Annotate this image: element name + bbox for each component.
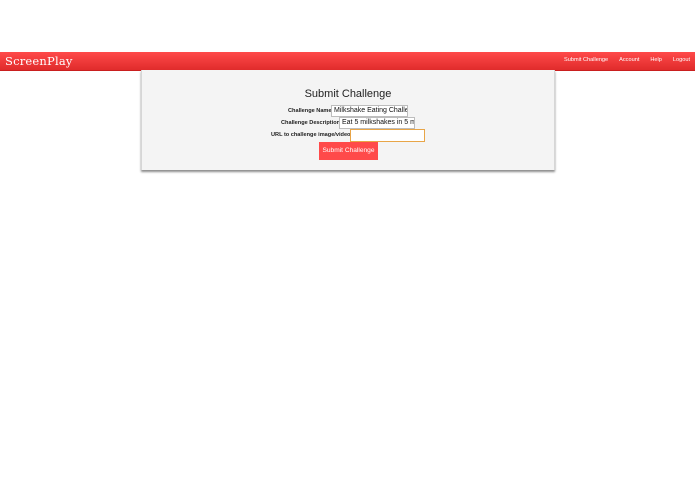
challenge-name-label: Challenge Name <box>288 108 332 114</box>
form-title: Submit Challenge <box>304 88 392 100</box>
submit-challenge-button[interactable]: Submit Challenge <box>319 142 378 160</box>
challenge-description-input[interactable]: Eat 5 milkshakes in 5 min <box>339 117 415 129</box>
challenge-url-input[interactable] <box>350 129 425 142</box>
submit-challenge-card: Submit Challenge Challenge Name Milkshak… <box>141 70 555 170</box>
nav-links: Submit Challenge Account Help Logout <box>564 57 690 63</box>
nav-logout[interactable]: Logout <box>673 57 690 63</box>
logo[interactable]: ScreenPlay <box>5 54 73 68</box>
nav-help[interactable]: Help <box>650 57 662 63</box>
challenge-description-label: Challenge Description <box>281 120 341 126</box>
top-navbar: ScreenPlay Submit Challenge Account Help… <box>0 52 695 71</box>
challenge-url-label: URL to challenge image/video <box>271 132 351 138</box>
nav-account[interactable]: Account <box>619 57 639 63</box>
challenge-name-input[interactable]: Milkshake Eating Challen <box>331 105 408 117</box>
nav-submit-challenge[interactable]: Submit Challenge <box>564 57 608 63</box>
